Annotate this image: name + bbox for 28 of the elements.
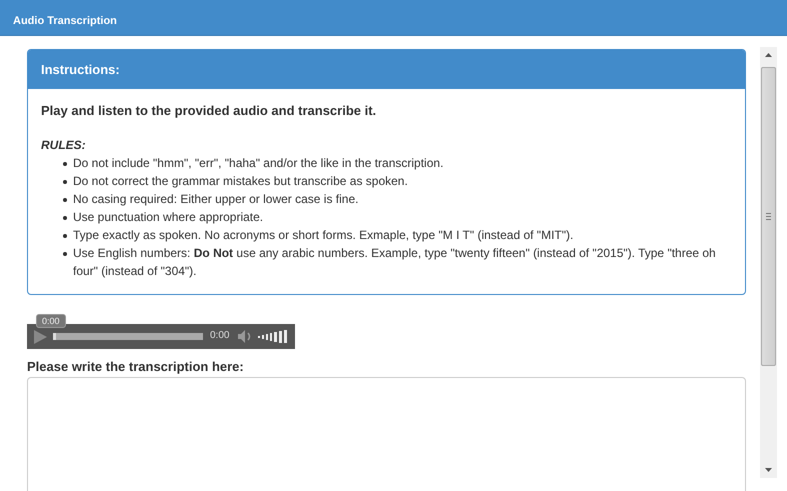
- rule-text: Use English numbers: Do Not use any arabic numbers. Example, type "twenty fifteen" (instead of "2015"). Type "three oh four" (instead of "304").: [73, 245, 717, 280]
- bullet-icon: [63, 234, 67, 238]
- bullet-icon: [63, 252, 67, 256]
- grip-icon: [766, 213, 771, 220]
- rules-heading: RULES:: [41, 137, 87, 154]
- bullet-icon: [63, 198, 67, 202]
- bullet-icon: [63, 216, 67, 220]
- window-title: Audio Transcription: [13, 15, 117, 27]
- field-label: Please write the transcription here:: [27, 359, 245, 374]
- scroll-down-icon[interactable]: [765, 468, 772, 472]
- bullet-icon: [63, 180, 67, 184]
- rule-text: No casing required: Either upper or lower case is fine.: [73, 191, 358, 208]
- rule-text: Do not include "hmm", "err", "haha" and/or the like in the transcription.: [73, 155, 444, 172]
- scrollbar[interactable]: [760, 47, 777, 478]
- progress-track[interactable]: [53, 333, 203, 340]
- scroll-up-icon[interactable]: [765, 53, 772, 57]
- scroll-thumb[interactable]: [761, 67, 776, 366]
- bullet-icon: [63, 162, 67, 166]
- time-display: 0:00: [210, 330, 230, 341]
- rule-text: Do not correct the grammar mistakes but transcribe as spoken.: [73, 173, 408, 190]
- instruction-text: Play and listen to the provided audio and transcribe it.: [41, 102, 378, 120]
- play-icon[interactable]: [33, 330, 47, 344]
- rule-text: Type exactly as spoken. No acronyms or short forms. Exmaple, type "M I T" (instead of "MIT").: [73, 227, 574, 244]
- transcription-field[interactable]: [27, 377, 746, 491]
- panel-title: Instructions:: [28, 50, 745, 89]
- volume-level-icon[interactable]: [258, 330, 288, 343]
- rule-text: Use punctuation where appropriate.: [73, 209, 264, 226]
- time-tooltip: 0:00: [36, 314, 66, 328]
